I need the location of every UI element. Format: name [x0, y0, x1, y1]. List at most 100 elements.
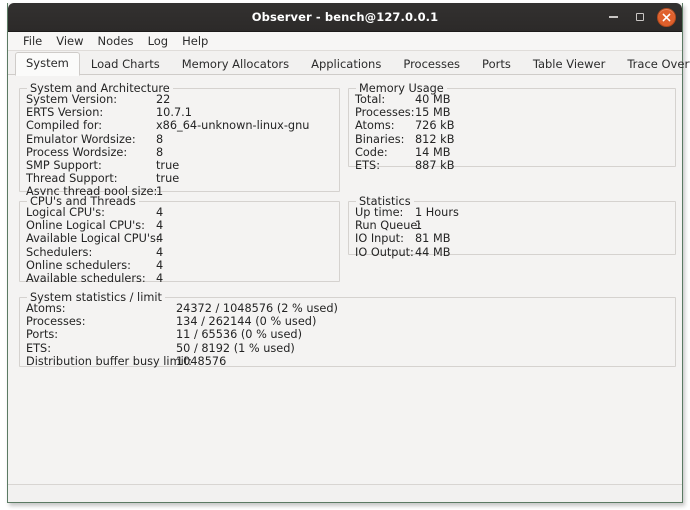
label-emulator-wordsize: Emulator Wordsize: — [26, 132, 136, 146]
row-online-logical-cpus: Online Logical CPU's: 4 — [26, 219, 335, 232]
window-title: Observer - bench@127.0.0.1 — [251, 10, 439, 24]
label-smp-support: SMP Support: — [26, 158, 102, 172]
row-emulator-wordsize: Emulator Wordsize: 8 — [26, 133, 335, 146]
label-memory-code: Code: — [355, 145, 388, 159]
row-memory-total: Total: 40 MB — [355, 93, 671, 106]
row-schedulers: Schedulers: 4 — [26, 246, 335, 259]
tab-memory-allocators[interactable]: Memory Allocators — [171, 53, 300, 75]
menu-item-nodes[interactable]: Nodes — [91, 33, 141, 49]
value-erts-version: 10.7.1 — [156, 106, 192, 120]
window-controls — [605, 3, 676, 31]
value-limit-processes: 134 / 262144 (0 % used) — [176, 315, 317, 329]
group-system-architecture: System and Architecture System Version: … — [19, 82, 340, 198]
label-memory-processes: Processes: — [355, 106, 415, 120]
status-bar — [8, 484, 682, 502]
row-system-version: System Version: 22 — [26, 93, 335, 106]
maximize-icon — [635, 13, 644, 21]
row-limit-processes: Processes: 134 / 262144 (0 % used) — [26, 315, 671, 328]
value-online-logical-cpus: 4 — [156, 219, 164, 233]
value-memory-processes: 15 MB — [415, 106, 451, 120]
row-logical-cpus: Logical CPU's: 4 — [26, 206, 335, 219]
row-memory-code: Code: 14 MB — [355, 146, 671, 159]
label-available-schedulers: Available schedulers: — [26, 271, 146, 285]
label-thread-support: Thread Support: — [26, 172, 118, 186]
label-limit-atoms: Atoms: — [26, 302, 66, 315]
value-up-time: 1 Hours — [415, 206, 459, 219]
group-system-statistics-limit: System statistics / limit Atoms: 24372 /… — [19, 291, 676, 368]
value-memory-code: 14 MB — [415, 145, 451, 159]
value-available-schedulers: 4 — [156, 271, 164, 285]
value-available-logical-cpus: 4 — [156, 232, 164, 246]
value-schedulers: 4 — [156, 245, 164, 259]
menu-item-log[interactable]: Log — [141, 33, 176, 49]
minimize-button[interactable] — [605, 9, 622, 26]
tab-processes[interactable]: Processes — [392, 53, 471, 75]
row-up-time: Up time: 1 Hours — [355, 206, 671, 219]
group-statistics: Statistics Up time: 1 Hours Run Queue: 1… — [348, 195, 676, 259]
close-button[interactable] — [657, 7, 676, 27]
value-memory-atoms: 726 kB — [415, 119, 455, 133]
value-logical-cpus: 4 — [156, 206, 164, 219]
system-tab-panel: System and Architecture System Version: … — [8, 75, 682, 484]
menu-item-file[interactable]: File — [16, 33, 49, 49]
value-process-wordsize: 8 — [156, 145, 164, 159]
label-memory-binaries: Binaries: — [355, 132, 405, 146]
value-online-schedulers: 4 — [156, 258, 164, 272]
menu-item-help[interactable]: Help — [175, 33, 215, 49]
tab-bar: System Load Charts Memory Allocators App… — [8, 51, 690, 76]
label-system-version: System Version: — [26, 93, 118, 106]
row-thread-support: Thread Support: true — [26, 172, 335, 185]
tab-trace-overview[interactable]: Trace Overview — [616, 53, 690, 75]
row-io-output: IO Output: 44 MB — [355, 246, 671, 259]
label-schedulers: Schedulers: — [26, 245, 93, 259]
value-memory-total: 40 MB — [415, 93, 451, 106]
label-online-logical-cpus: Online Logical CPU's: — [26, 219, 145, 233]
group-memory-usage: Memory Usage Total: 40 MB Processes: 15 … — [348, 82, 676, 172]
row-available-logical-cpus: Available Logical CPU's: 4 — [26, 232, 335, 245]
row-memory-processes: Processes: 15 MB — [355, 106, 671, 119]
tab-ports[interactable]: Ports — [471, 53, 522, 75]
statistics-rows: Up time: 1 Hours Run Queue: 1 IO Input: … — [355, 206, 671, 259]
row-available-schedulers: Available schedulers: 4 — [26, 272, 335, 285]
label-available-logical-cpus: Available Logical CPU's: — [26, 232, 160, 246]
row-erts-version: ERTS Version: 10.7.1 — [26, 106, 335, 119]
row-io-input: IO Input: 81 MB — [355, 232, 671, 245]
value-smp-support: true — [156, 158, 180, 172]
maximize-button[interactable] — [631, 9, 648, 26]
value-system-version: 22 — [156, 93, 171, 106]
value-emulator-wordsize: 8 — [156, 132, 164, 146]
label-limit-ets: ETS: — [26, 341, 52, 355]
label-memory-atoms: Atoms: — [355, 119, 395, 133]
label-run-queue: Run Queue: — [355, 219, 422, 233]
tab-system[interactable]: System — [15, 52, 80, 76]
title-bar[interactable]: Observer - bench@127.0.0.1 — [8, 3, 682, 32]
value-io-output: 44 MB — [415, 245, 451, 259]
value-run-queue: 1 — [415, 219, 423, 233]
cpus-threads-rows: Logical CPU's: 4 Online Logical CPU's: 4… — [26, 206, 335, 285]
label-process-wordsize: Process Wordsize: — [26, 145, 128, 159]
label-limit-ports: Ports: — [26, 328, 59, 342]
label-distribution-buffer-busy-limit: Distribution buffer busy limit: — [26, 354, 192, 368]
label-compiled-for: Compiled for: — [26, 119, 103, 133]
row-limit-atoms: Atoms: 24372 / 1048576 (2 % used) — [26, 302, 671, 315]
value-thread-support: true — [156, 172, 180, 186]
value-compiled-for: x86_64-unknown-linux-gnu — [156, 119, 310, 133]
value-limit-ets: 50 / 8192 (1 % used) — [176, 341, 295, 355]
menu-bar: File View Nodes Log Help — [8, 32, 682, 51]
memory-usage-rows: Total: 40 MB Processes: 15 MB Atoms: 726… — [355, 93, 671, 172]
label-logical-cpus: Logical CPU's: — [26, 206, 105, 219]
label-io-input: IO Input: — [355, 232, 404, 246]
label-memory-total: Total: — [355, 93, 386, 106]
menu-item-view[interactable]: View — [49, 33, 90, 49]
tab-applications[interactable]: Applications — [300, 53, 392, 75]
tab-table-viewer[interactable]: Table Viewer — [522, 53, 617, 75]
value-distribution-buffer-busy-limit: 1048576 — [176, 354, 227, 368]
label-memory-ets: ETS: — [355, 158, 381, 172]
tab-load-charts[interactable]: Load Charts — [80, 53, 171, 75]
close-icon — [662, 13, 671, 21]
row-online-schedulers: Online schedulers: 4 — [26, 259, 335, 272]
row-process-wordsize: Process Wordsize: 8 — [26, 146, 335, 159]
minimize-icon — [609, 16, 618, 18]
row-limit-ets: ETS: 50 / 8192 (1 % used) — [26, 342, 671, 355]
row-memory-ets: ETS: 887 kB — [355, 159, 671, 172]
